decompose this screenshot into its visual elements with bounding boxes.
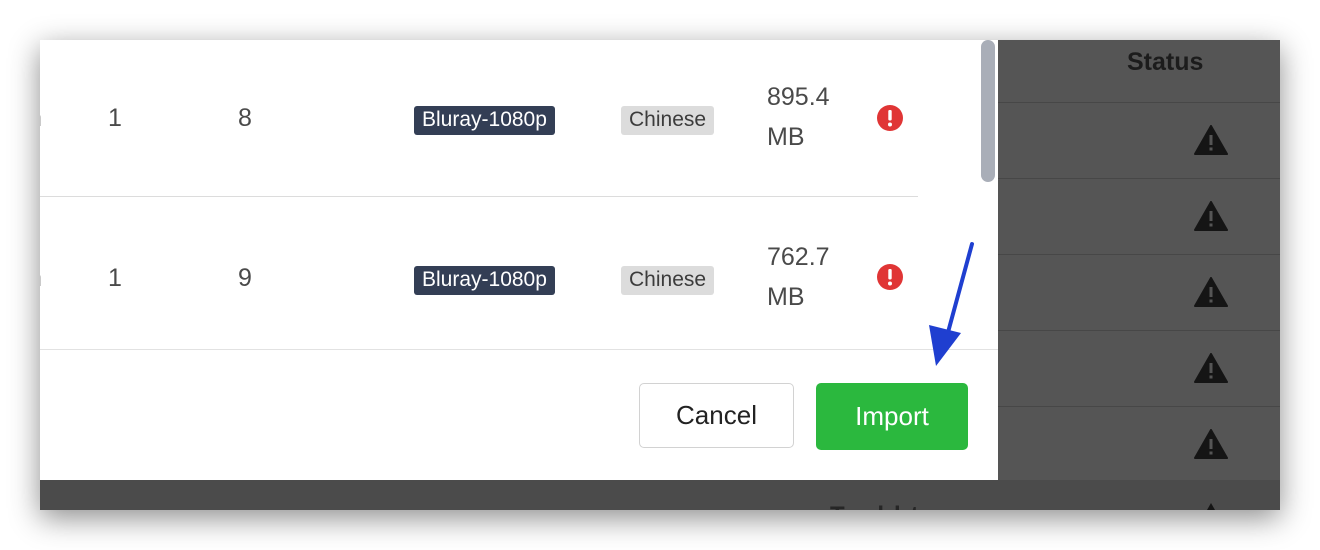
warning-icon	[1194, 201, 1228, 231]
file-size-value: 895.4	[767, 83, 830, 111]
screen: Status Tvshbt n 1 8 Blur	[40, 40, 1280, 510]
background-table-row	[40, 480, 1280, 510]
background-partial-text: Tvshbt	[830, 502, 921, 510]
warning-icon	[1194, 125, 1228, 155]
file-size: 762.7 MB	[767, 237, 857, 317]
language-badge: Chinese	[621, 266, 715, 295]
background-table-row	[998, 178, 1280, 255]
file-size: 895.4 MB	[767, 77, 857, 157]
warning-icon	[1194, 429, 1228, 459]
error-icon[interactable]	[876, 263, 904, 291]
import-dialog: n 1 8 Bluray-1080p Chinese 895.4 MB n 1 …	[40, 40, 998, 480]
status-column-header: Status	[1127, 48, 1204, 76]
dialog-footer: Cancel Import	[40, 349, 998, 481]
import-button[interactable]: Import	[816, 383, 968, 450]
background-table-row	[998, 406, 1280, 483]
file-size-value: 762.7	[767, 243, 830, 271]
table-row[interactable]: n 1 9 Bluray-1080p Chinese 762.7 MB	[40, 197, 918, 349]
table-row[interactable]: n 1 8 Bluray-1080p Chinese 895.4 MB	[40, 40, 918, 197]
background-table-row	[998, 254, 1280, 331]
file-size-unit: MB	[767, 123, 805, 151]
quality-badge: Bluray-1080p	[414, 266, 555, 295]
season-number: 1	[108, 264, 122, 292]
cancel-button[interactable]: Cancel	[639, 383, 794, 448]
season-number: 1	[108, 104, 122, 132]
background-table-row	[998, 330, 1280, 407]
quality-badge: Bluray-1080p	[414, 106, 555, 135]
episode-name: n	[40, 104, 42, 133]
language-badge: Chinese	[621, 106, 715, 135]
error-icon[interactable]	[876, 104, 904, 132]
episode-number: 9	[238, 264, 252, 292]
warning-icon	[1194, 277, 1228, 307]
scrollbar-thumb[interactable]	[981, 40, 995, 182]
warning-icon	[1194, 353, 1228, 383]
episode-number: 8	[238, 104, 252, 132]
warning-icon	[1207, 503, 1215, 510]
background-table-row	[998, 102, 1280, 179]
file-size-unit: MB	[767, 283, 805, 311]
episode-name: n	[40, 264, 42, 293]
